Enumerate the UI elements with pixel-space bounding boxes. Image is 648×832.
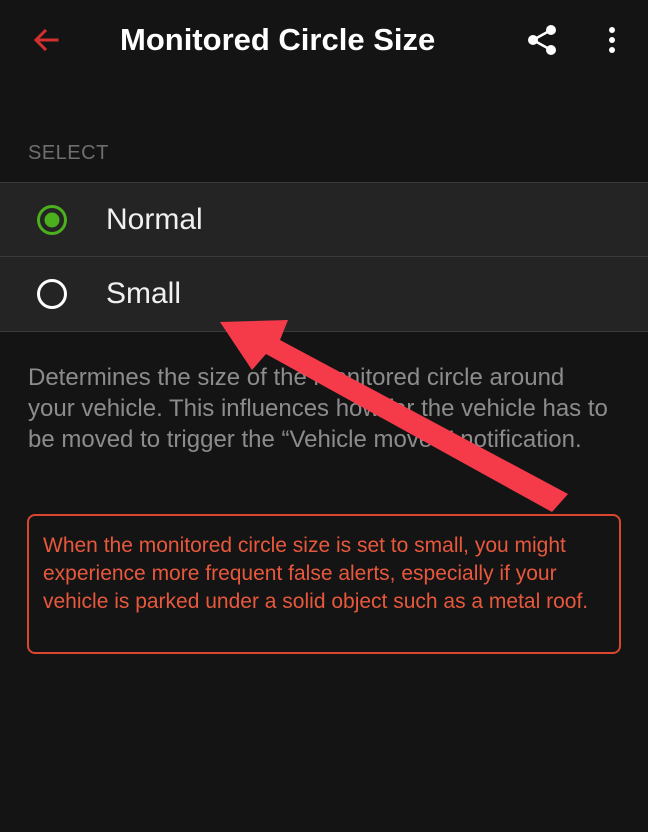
radio-group: Normal Small: [0, 182, 648, 332]
more-options-button[interactable]: [592, 18, 632, 62]
share-icon: [528, 25, 556, 55]
share-button[interactable]: [520, 18, 564, 62]
option-normal[interactable]: Normal: [0, 183, 648, 256]
option-label: Normal: [106, 203, 203, 236]
warning-text: When the monitored circle size is set to…: [43, 534, 589, 613]
radio-selected-icon[interactable]: [36, 204, 68, 236]
section-header: SELECT: [28, 142, 109, 164]
description-text: Determines the size of the monitored cir…: [28, 364, 608, 453]
warning-box: When the monitored circle size is set to…: [27, 514, 621, 654]
app-bar: Monitored Circle Size: [0, 0, 648, 80]
radio-unselected-icon[interactable]: [36, 278, 68, 310]
arrow-left-icon: [33, 28, 59, 52]
option-label: Small: [106, 277, 182, 310]
app-screen: Monitored Circle Size SELECT Normal Smal…: [0, 0, 648, 832]
more-vertical-icon: [609, 27, 615, 53]
back-button[interactable]: [22, 18, 70, 62]
page-title: Monitored Circle Size: [120, 22, 436, 57]
option-small[interactable]: Small: [0, 257, 648, 330]
